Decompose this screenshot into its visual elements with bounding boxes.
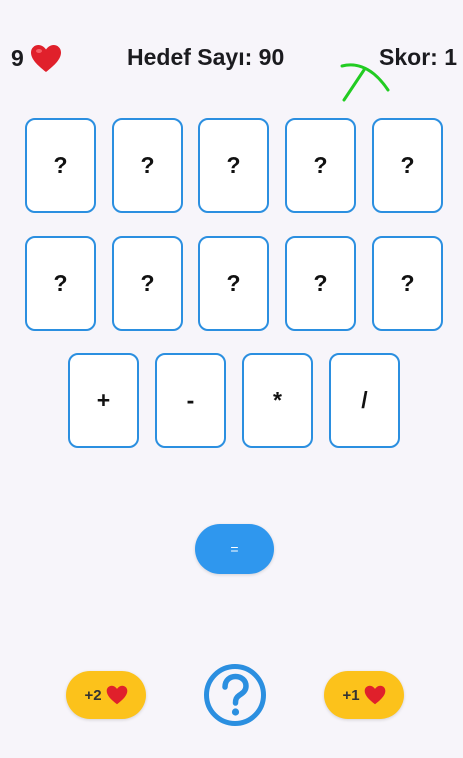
number-card-9[interactable]: ? [285,236,356,331]
number-card-6[interactable]: ? [25,236,96,331]
equals-button[interactable]: = [195,524,274,574]
bonus-one-heart-button[interactable]: +1 [324,671,404,719]
operator-card-plus[interactable]: + [68,353,139,448]
question-circle-icon[interactable] [203,663,267,727]
heart-icon [364,685,385,705]
number-card-3[interactable]: ? [198,118,269,213]
operator-card-minus[interactable]: - [155,353,226,448]
bonus-two-hearts-button[interactable]: +2 [66,671,146,719]
bonus-label: +2 [84,686,102,704]
number-card-5[interactable]: ? [372,118,443,213]
number-card-4[interactable]: ? [285,118,356,213]
bonus-label: +1 [342,686,360,704]
operator-card-multiply[interactable]: * [242,353,313,448]
operator-card-divide[interactable]: / [329,353,400,448]
lives-count: 9 [11,45,24,71]
lives-counter: 9 [11,44,62,73]
number-card-10[interactable]: ? [372,236,443,331]
number-card-7[interactable]: ? [112,236,183,331]
number-card-2[interactable]: ? [112,118,183,213]
game-header: 9 Hedef Sayı: 90 Skor: 1 [0,0,463,120]
pickaxe-cursor-icon [340,63,390,102]
heart-icon [30,45,61,72]
heart-icon [106,685,127,705]
target-number-label: Hedef Sayı: 90 [127,44,285,70]
number-card-8[interactable]: ? [198,236,269,331]
number-card-1[interactable]: ? [25,118,96,213]
